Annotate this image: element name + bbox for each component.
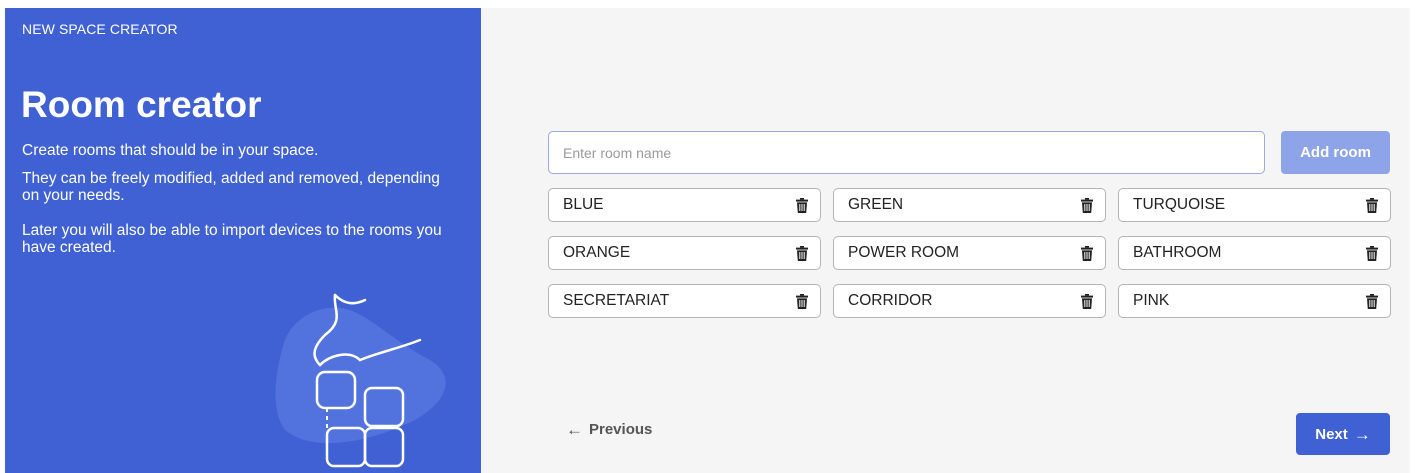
- trash-icon[interactable]: [1081, 293, 1093, 309]
- trash-icon[interactable]: [796, 245, 808, 261]
- room-name: TURQUOISE: [1133, 196, 1226, 213]
- room-list: BLUE GREEN TURQUOISE ORANGE POWER ROOM BATHRO…: [548, 188, 1391, 318]
- room-item[interactable]: GREEN: [833, 188, 1106, 222]
- previous-label: Previous: [589, 421, 653, 438]
- intro-description: Create rooms that should be in your spac…: [22, 142, 442, 267]
- trash-icon[interactable]: [1366, 293, 1378, 309]
- page-title: Room creator: [21, 84, 262, 125]
- app-frame: NEW SPACE CREATOR Room creator Create ro…: [5, 8, 1410, 473]
- trash-icon[interactable]: [796, 293, 808, 309]
- room-name: ORANGE: [563, 244, 631, 261]
- room-name: PINK: [1133, 292, 1170, 309]
- add-room-button[interactable]: Add room: [1281, 131, 1390, 174]
- room-name-input[interactable]: [548, 131, 1265, 174]
- room-name: POWER ROOM: [848, 244, 960, 261]
- previous-button[interactable]: ← Previous: [566, 421, 652, 438]
- app-title: NEW SPACE CREATOR: [22, 21, 178, 37]
- room-name: BLUE: [563, 196, 604, 213]
- trash-icon[interactable]: [1081, 197, 1093, 213]
- trash-icon[interactable]: [1366, 197, 1378, 213]
- intro-line-1: Create rooms that should be in your spac…: [22, 142, 319, 159]
- room-name: BATHROOM: [1133, 244, 1222, 261]
- trash-icon[interactable]: [1081, 245, 1093, 261]
- room-item[interactable]: BATHROOM: [1118, 236, 1391, 270]
- room-item[interactable]: BLUE: [548, 188, 821, 222]
- next-button[interactable]: Next →: [1296, 413, 1390, 455]
- arrow-left-icon: ←: [566, 420, 583, 439]
- room-editor-panel: Add room BLUE GREEN TURQUOISE ORANGE POWER R…: [481, 8, 1410, 473]
- room-item[interactable]: TURQUOISE: [1118, 188, 1391, 222]
- intro-panel: NEW SPACE CREATOR Room creator Create ro…: [5, 8, 481, 473]
- room-item[interactable]: SECRETARIAT: [548, 284, 821, 318]
- room-item[interactable]: PINK: [1118, 284, 1391, 318]
- arrow-right-icon: →: [1353, 424, 1371, 444]
- trash-icon[interactable]: [796, 197, 808, 213]
- room-name: GREEN: [848, 196, 904, 213]
- room-name: SECRETARIAT: [563, 292, 670, 309]
- room-item[interactable]: ORANGE: [548, 236, 821, 270]
- intro-line-3: Later you will also be able to import de…: [22, 222, 442, 256]
- trash-icon[interactable]: [1366, 245, 1378, 261]
- stacking-blocks-illustration: [275, 293, 446, 468]
- room-item[interactable]: POWER ROOM: [833, 236, 1106, 270]
- intro-line-2: They can be freely modified, added and r…: [22, 170, 440, 204]
- next-label: Next: [1315, 425, 1348, 443]
- room-item[interactable]: CORRIDOR: [833, 284, 1106, 318]
- room-name: CORRIDOR: [848, 292, 933, 309]
